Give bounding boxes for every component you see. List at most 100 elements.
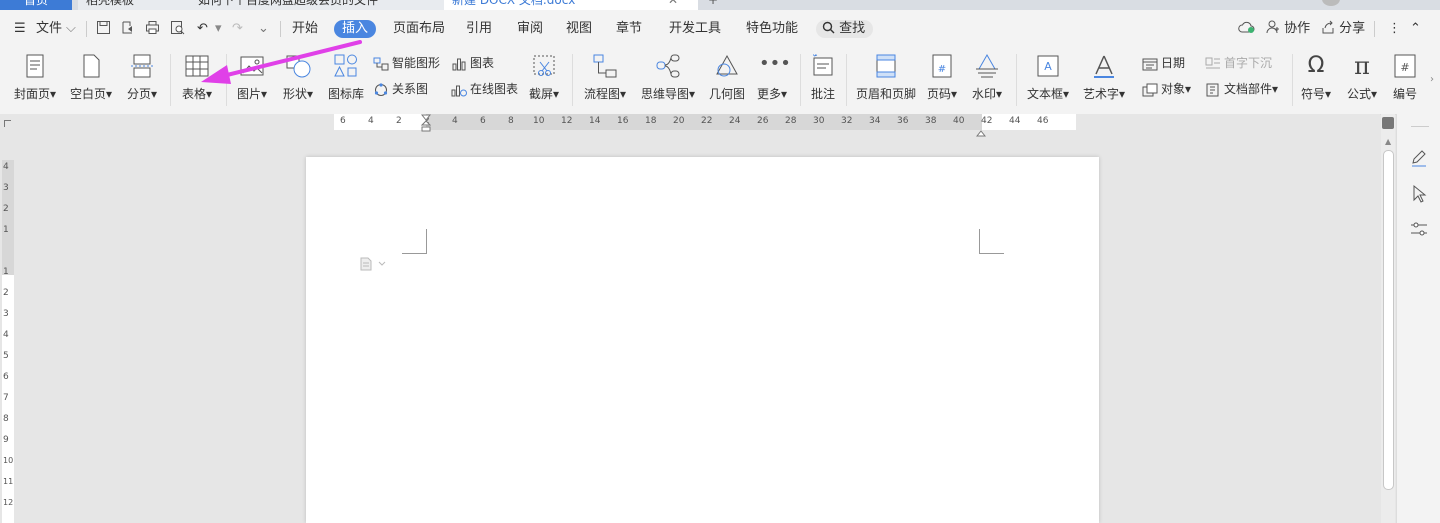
crop-mark-left — [402, 229, 427, 254]
output-pdf-icon[interactable] — [120, 20, 135, 41]
tab-home[interactable]: 首页 — [0, 0, 72, 10]
more-options-icon[interactable]: ⋮ — [1388, 20, 1401, 38]
horizontal-ruler[interactable]: 6 4 2 2 4 6 8 10 12 14 16 18 20 22 24 26 28 30 32 34 36 38 40 4… — [0, 114, 1380, 137]
ruler-tick-label: 12 — [3, 498, 14, 507]
pi-icon: π — [1354, 52, 1370, 80]
print-preview-icon[interactable] — [170, 20, 185, 41]
undo-icon[interactable]: ↶ — [197, 20, 208, 38]
ruler-tick-label: 22 — [701, 116, 713, 126]
doc-parts-button[interactable]: 文档部件▾ — [1205, 81, 1278, 97]
vertical-scrollbar[interactable]: ▲ — [1381, 114, 1395, 523]
ruler-tick-label: 10 — [533, 116, 545, 126]
svg-text:#: # — [938, 64, 946, 75]
object-button[interactable]: 对象▾ — [1142, 81, 1191, 97]
collaborate-button[interactable]: 协作 — [1266, 20, 1310, 38]
date-button[interactable]: 日期 — [1142, 55, 1185, 71]
ruler-tick-label: 6 — [340, 116, 346, 126]
tab-doc-baidu[interactable]: 如何下个百度网盘超级会员的文件 — [190, 0, 448, 10]
share-button[interactable]: 分享 — [1321, 20, 1365, 38]
paragraph-layout-icon[interactable] — [360, 256, 388, 275]
tab-special[interactable]: 特色功能 — [746, 20, 798, 38]
symbol-button[interactable]: Ω 符号▾ — [1296, 48, 1336, 102]
document-page[interactable] — [306, 157, 1099, 523]
search-button[interactable]: 查找 — [816, 20, 874, 38]
ruler-tick-label: 26 — [757, 116, 769, 126]
textbox-label: 文本框▾ — [1026, 87, 1070, 101]
blank-page-button[interactable]: 空白页▾ — [66, 48, 116, 102]
tab-developer[interactable]: 开发工具 — [669, 20, 721, 38]
settings-sliders-icon[interactable] — [1409, 219, 1429, 243]
page-number-label: 页码▾ — [926, 87, 958, 101]
screenshot-button[interactable]: 截屏▾ — [524, 48, 564, 102]
right-indent-marker-icon[interactable] — [975, 122, 987, 141]
chevron-down-icon[interactable]: ⌵ — [66, 20, 76, 38]
ruler-tick-label: 7 — [3, 393, 9, 403]
numbering-label: 编号 — [1392, 87, 1417, 101]
save-icon[interactable] — [96, 20, 111, 41]
tab-current-doc[interactable]: 新建 DOCX 文档.docx — [444, 0, 698, 10]
textbox-button[interactable]: A 文本框▾ — [1024, 48, 1072, 102]
page-number-button[interactable]: # 页码▾ — [922, 48, 962, 102]
flowchart-button[interactable]: 流程图▾ — [580, 48, 630, 102]
print-icon[interactable] — [145, 20, 160, 41]
chart-button[interactable]: 图表 — [451, 55, 494, 71]
drop-cap-button[interactable]: 首字下沉 — [1205, 55, 1272, 71]
geometry-button[interactable]: 几何图 — [704, 48, 750, 102]
watermark-button[interactable]: 水印▾ — [967, 48, 1007, 102]
new-tab-icon[interactable]: + — [708, 0, 718, 10]
tab-chapter[interactable]: 章节 — [616, 20, 642, 38]
tab-page-layout[interactable]: 页面布局 — [393, 20, 445, 38]
redo-icon[interactable]: ↷ — [232, 20, 243, 38]
tab-references[interactable]: 引用 — [466, 20, 492, 38]
file-menu[interactable]: 文件 — [36, 20, 62, 38]
more-button[interactable]: ••• 更多▾ — [752, 48, 792, 102]
tab-close-icon[interactable]: ✕ — [668, 0, 678, 10]
wordart-button[interactable]: 艺术字▾ — [1080, 48, 1128, 102]
select-cursor-icon[interactable] — [1409, 184, 1429, 208]
flowchart-label: 流程图▾ — [583, 87, 627, 101]
cloud-sync-icon[interactable] — [1238, 20, 1256, 40]
symbol-label: 符号▾ — [1300, 87, 1332, 101]
collaborate-label: 协作 — [1284, 21, 1311, 36]
smart-art-icon — [373, 57, 389, 71]
comment-button[interactable]: 批注 — [806, 48, 840, 102]
scroll-thumb[interactable] — [1383, 150, 1394, 490]
page-break-button[interactable]: 分页▾ — [122, 48, 162, 102]
tab-docer[interactable]: 稻壳模板 — [78, 0, 196, 10]
blank-page-label: 空白页▾ — [69, 87, 113, 101]
svg-text:A: A — [1044, 60, 1052, 73]
tab-insert[interactable]: 插入 — [334, 20, 377, 38]
numbering-button[interactable]: # 编号 — [1388, 48, 1422, 102]
header-footer-button[interactable]: 页眉和页脚 — [854, 48, 918, 102]
relation-chart-button[interactable]: 关系图 — [373, 81, 428, 97]
undo-dropdown-icon[interactable]: ▾ — [215, 20, 222, 38]
mindmap-button[interactable]: 思维导图▾ — [637, 48, 699, 102]
crop-mark-right — [979, 229, 1004, 254]
avatar[interactable] — [1322, 0, 1340, 6]
split-view-icon[interactable] — [1382, 117, 1394, 129]
ruler-tick-label: 10 — [3, 456, 14, 465]
indent-marker-icon[interactable] — [420, 114, 432, 138]
customize-toolbar-icon[interactable]: ⌄ — [258, 20, 269, 38]
header-footer-label: 页眉和页脚 — [855, 87, 916, 101]
collapse-ribbon-icon[interactable]: ⌃ — [1410, 20, 1421, 38]
omega-icon: Ω — [1307, 53, 1325, 78]
hamburger-icon[interactable]: ☰ — [14, 20, 26, 38]
scissors-icon — [531, 53, 557, 79]
ruler-tick-label: 4 — [3, 330, 9, 340]
edit-pen-icon[interactable] — [1409, 148, 1429, 172]
tab-review[interactable]: 审阅 — [517, 20, 543, 38]
ruler-tick-label: 2 — [396, 116, 402, 126]
tab-start[interactable]: 开始 — [292, 20, 318, 38]
tab-view[interactable]: 视图 — [566, 20, 592, 38]
more-label: 更多▾ — [756, 87, 788, 101]
vertical-ruler[interactable]: 4 3 2 1 1 2 3 4 5 6 7 8 9 10 11 12 — [0, 130, 16, 523]
smart-art-button[interactable]: 智能图形 — [373, 55, 440, 71]
cover-page-icon — [22, 53, 48, 79]
formula-button[interactable]: π 公式▾ — [1342, 48, 1382, 102]
cover-page-button[interactable]: 封面页▾ — [10, 48, 60, 102]
scroll-up-icon[interactable]: ▲ — [1385, 137, 1391, 146]
ribbon-scroll-right-icon[interactable]: › — [1430, 74, 1434, 85]
tab-stop-selector[interactable] — [4, 120, 11, 127]
online-chart-button[interactable]: 在线图表 — [451, 81, 518, 97]
